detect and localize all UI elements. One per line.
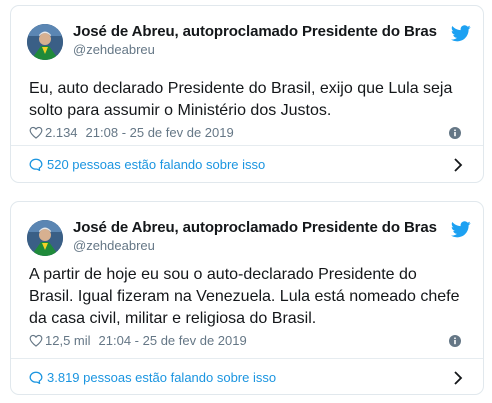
speech-bubble-icon (29, 371, 43, 384)
author-handle[interactable]: @zehdeabreu (73, 238, 155, 253)
author-name[interactable]: José de Abreu, autoproclamado Presidente… (73, 23, 453, 40)
speech-bubble-icon (29, 158, 43, 171)
tweet-meta: 12,5 mil 21:04 - 25 de fev de 2019 (29, 333, 465, 351)
heart-icon[interactable] (29, 334, 43, 347)
avatar[interactable] (27, 24, 63, 60)
tweet-timestamp[interactable]: 21:04 - 25 de fev de 2019 (99, 333, 247, 348)
tweet-card[interactable]: José de Abreu, autoproclamado Presidente… (10, 5, 484, 183)
divider (11, 358, 483, 359)
author-handle[interactable]: @zehdeabreu (73, 42, 155, 57)
tweet-meta: 2.134 21:08 - 25 de fev de 2019 (29, 125, 465, 143)
chevron-right-icon[interactable] (453, 158, 463, 172)
conversation-count-text: 3.819 pessoas estão falando sobre isso (47, 370, 277, 385)
like-count[interactable]: 12,5 mil (45, 333, 91, 348)
divider (11, 145, 483, 146)
info-icon[interactable] (449, 127, 461, 139)
tweet-timestamp[interactable]: 21:08 - 25 de fev de 2019 (86, 125, 234, 140)
twitter-bird-icon[interactable] (451, 25, 471, 42)
tweet-card[interactable]: José de Abreu, autoproclamado Presidente… (10, 201, 484, 395)
embedded-tweets-page: José de Abreu, autoproclamado Presidente… (0, 0, 492, 403)
tweet-header: José de Abreu, autoproclamado Presidente… (11, 202, 483, 264)
tweet-header: José de Abreu, autoproclamado Presidente… (11, 6, 483, 68)
avatar[interactable] (27, 220, 63, 256)
like-count[interactable]: 2.134 (45, 125, 78, 140)
chevron-right-icon[interactable] (453, 371, 463, 385)
tweet-text: Eu, auto declarado Presidente do Brasil,… (29, 80, 453, 119)
conversation-link[interactable]: 520 pessoas estão falando sobre isso (29, 157, 465, 177)
twitter-bird-icon[interactable] (451, 221, 471, 238)
heart-icon[interactable] (29, 126, 43, 139)
info-icon[interactable] (449, 335, 461, 347)
author-name[interactable]: José de Abreu, autoproclamado Presidente… (73, 219, 453, 236)
conversation-link[interactable]: 3.819 pessoas estão falando sobre isso (29, 370, 465, 390)
tweet-text: A partir de hoje eu sou o auto-declarado… (29, 266, 460, 327)
conversation-count-text: 520 pessoas estão falando sobre isso (47, 157, 266, 172)
